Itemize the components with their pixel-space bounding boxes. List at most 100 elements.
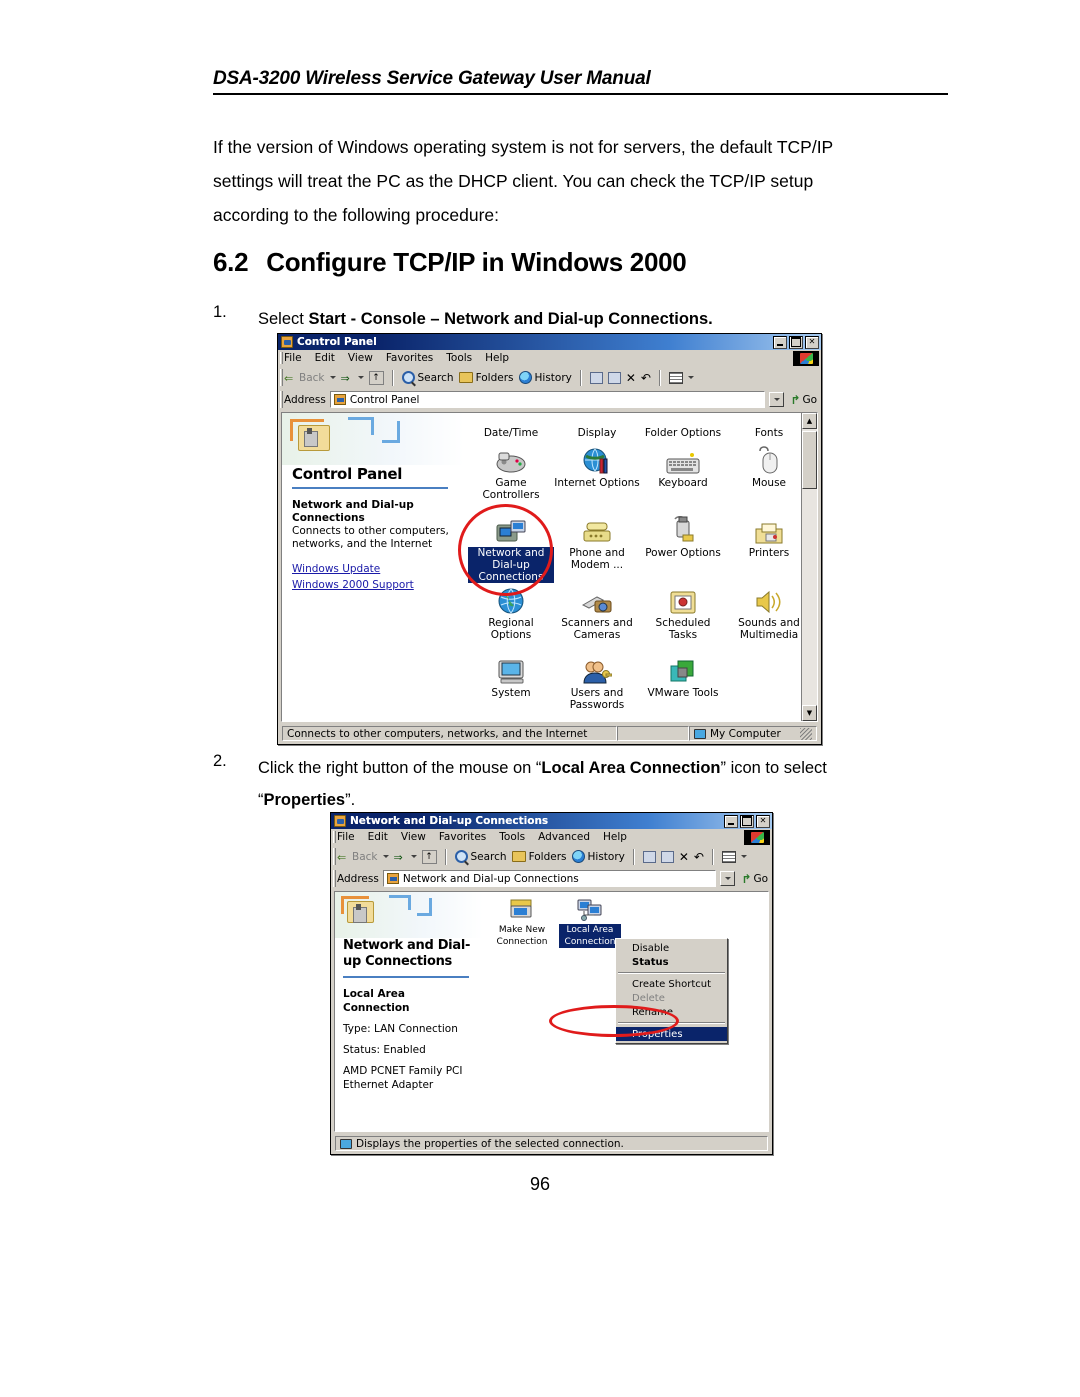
window2-toolbar[interactable]: Back ↑ Search Folders History (331, 846, 772, 868)
icon-users-and-passwords[interactable]: Users and Passwords (554, 651, 640, 711)
menu-edit[interactable]: Edit (368, 831, 388, 843)
delete-icon[interactable]: ✕ (626, 371, 636, 385)
context-menu-item-rename[interactable]: Rename (616, 1005, 727, 1019)
views-icon[interactable] (721, 850, 736, 863)
go-button[interactable]: ↱ Go (790, 393, 821, 407)
icon-internet-options[interactable]: Internet Options (554, 441, 640, 489)
icon-keyboard[interactable]: Keyboard (640, 441, 726, 489)
context-menu-item-status[interactable]: Status (616, 955, 727, 969)
address-input[interactable]: Network and Dial-up Connections (382, 870, 717, 887)
menu-tools[interactable]: Tools (446, 352, 472, 364)
window2-titlebar[interactable]: Network and Dial-up Connections (331, 813, 772, 829)
link-windows-2000-support[interactable]: Windows 2000 Support (292, 577, 454, 593)
close-button[interactable] (805, 335, 819, 349)
toolbar-folders-button[interactable]: Folders (458, 372, 514, 384)
icon-phone-and-modem[interactable]: Phone and Modem ... (554, 511, 640, 571)
go-button[interactable]: ↱ Go (741, 872, 772, 886)
icon-printers[interactable]: Printers (726, 511, 812, 559)
toolbar-history-button[interactable]: History (518, 371, 572, 384)
window1-title-buttons[interactable] (773, 335, 819, 349)
menu-view[interactable]: View (401, 831, 426, 843)
menu-edit[interactable]: Edit (315, 352, 335, 364)
icon-local-area-connection[interactable]: Local Area Connection (559, 896, 621, 948)
toolbar-back-button[interactable]: Back (284, 372, 325, 384)
close-button[interactable] (756, 814, 770, 828)
network-connections-window[interactable]: Network and Dial-up Connections File Edi… (330, 812, 773, 1155)
undo-icon[interactable]: ↶ (641, 371, 651, 385)
icon-folder-options[interactable]: Folder Options (640, 413, 726, 439)
icon-date-time[interactable]: Date/Time (468, 413, 554, 439)
menu-file[interactable]: File (337, 831, 355, 843)
left-pane-links[interactable]: Windows Update Windows 2000 Support (282, 551, 464, 593)
icon-fonts[interactable]: Fonts (726, 413, 812, 439)
scroll-thumb[interactable] (802, 431, 817, 489)
icon-power-options[interactable]: Power Options (640, 511, 726, 559)
menu-help[interactable]: Help (485, 352, 509, 364)
forward-dropdown-icon[interactable] (357, 376, 364, 379)
context-menu[interactable]: Disable Status Create Shortcut Delete Re… (615, 938, 728, 1044)
delete-icon[interactable]: ✕ (679, 850, 689, 864)
window2-title-buttons[interactable] (724, 814, 770, 828)
window2-addressbar[interactable]: Address Network and Dial-up Connections … (331, 868, 772, 889)
window1-menubar[interactable]: File Edit View Favorites Tools Help (278, 350, 821, 367)
forward-dropdown-icon[interactable] (410, 855, 417, 858)
address-input[interactable]: Control Panel (329, 391, 766, 408)
toolbar-folders-button[interactable]: Folders (511, 851, 567, 863)
toolbar-forward-button[interactable] (394, 852, 406, 862)
undo-icon[interactable]: ↶ (694, 850, 704, 864)
window1-toolbar[interactable]: Back ↑ Search Folders History (278, 367, 821, 389)
control-panel-window[interactable]: Control Panel File Edit View Favorites T… (277, 333, 822, 745)
context-menu-item-properties[interactable]: Properties (616, 1027, 727, 1041)
context-menu-item-create-shortcut[interactable]: Create Shortcut (616, 977, 727, 991)
scroll-up-arrow-icon[interactable]: ▲ (802, 413, 817, 429)
copy-to-icon[interactable] (607, 371, 621, 384)
icon-scheduled-tasks[interactable]: Scheduled Tasks (640, 581, 726, 641)
link-windows-update[interactable]: Windows Update (292, 561, 454, 577)
address-dropdown-button[interactable] (769, 392, 785, 407)
icon-vmware-tools[interactable]: VMware Tools (640, 651, 726, 699)
toolbar-search-button[interactable]: Search (454, 850, 507, 863)
views-dropdown-icon[interactable] (687, 376, 694, 379)
resize-grip[interactable] (800, 727, 812, 740)
context-menu-item-disable[interactable]: Disable (616, 941, 727, 955)
control-panel-icon-grid[interactable]: Date/Time Display Folder Options Fonts G… (464, 413, 801, 721)
window1-addressbar[interactable]: Address Control Panel ↱ Go (278, 389, 821, 410)
icon-mouse[interactable]: Mouse (726, 441, 812, 489)
icon-make-new-connection[interactable]: Make New Connection (491, 896, 553, 948)
copy-to-icon[interactable] (660, 850, 674, 863)
menu-help[interactable]: Help (603, 831, 627, 843)
views-icon[interactable] (668, 371, 683, 384)
icon-network-and-dialup-connections[interactable]: Network and Dial-up Connections (468, 511, 554, 583)
back-dropdown-icon[interactable] (329, 376, 336, 379)
toolbar-search-button[interactable]: Search (401, 371, 454, 384)
scroll-down-arrow-icon[interactable]: ▼ (802, 705, 817, 721)
restore-button[interactable] (740, 814, 754, 828)
window2-menubar[interactable]: File Edit View Favorites Tools Advanced … (331, 829, 772, 846)
toolbar-forward-button[interactable] (341, 373, 353, 383)
menu-view[interactable]: View (348, 352, 373, 364)
move-to-icon[interactable] (642, 850, 656, 863)
up-one-level-icon[interactable]: ↑ (421, 849, 437, 864)
toolbar-history-button[interactable]: History (571, 850, 625, 863)
menu-advanced[interactable]: Advanced (538, 831, 590, 843)
icon-system[interactable]: System (468, 651, 554, 699)
menu-favorites[interactable]: Favorites (439, 831, 486, 843)
toolbar-back-button[interactable]: Back (337, 851, 378, 863)
address-dropdown-button[interactable] (720, 871, 736, 886)
menu-favorites[interactable]: Favorites (386, 352, 433, 364)
icon-game-controllers[interactable]: Game Controllers (468, 441, 554, 501)
menu-tools[interactable]: Tools (499, 831, 525, 843)
maximize-button[interactable] (789, 335, 803, 349)
window1-titlebar[interactable]: Control Panel (278, 334, 821, 350)
menu-file[interactable]: File (284, 352, 302, 364)
up-one-level-icon[interactable]: ↑ (368, 370, 384, 385)
connections-icon-grid[interactable]: Make New Connection Local Area Connectio… (483, 892, 768, 1131)
icon-sounds-and-multimedia[interactable]: Sounds and Multimedia (726, 581, 812, 641)
icon-display[interactable]: Display (554, 413, 640, 439)
minimize-button[interactable] (773, 335, 787, 349)
back-dropdown-icon[interactable] (382, 855, 389, 858)
icon-regional-options[interactable]: Regional Options (468, 581, 554, 641)
window1-vertical-scrollbar[interactable]: ▲ ▼ (801, 413, 817, 721)
icon-scanners-and-cameras[interactable]: Scanners and Cameras (554, 581, 640, 641)
move-to-icon[interactable] (589, 371, 603, 384)
